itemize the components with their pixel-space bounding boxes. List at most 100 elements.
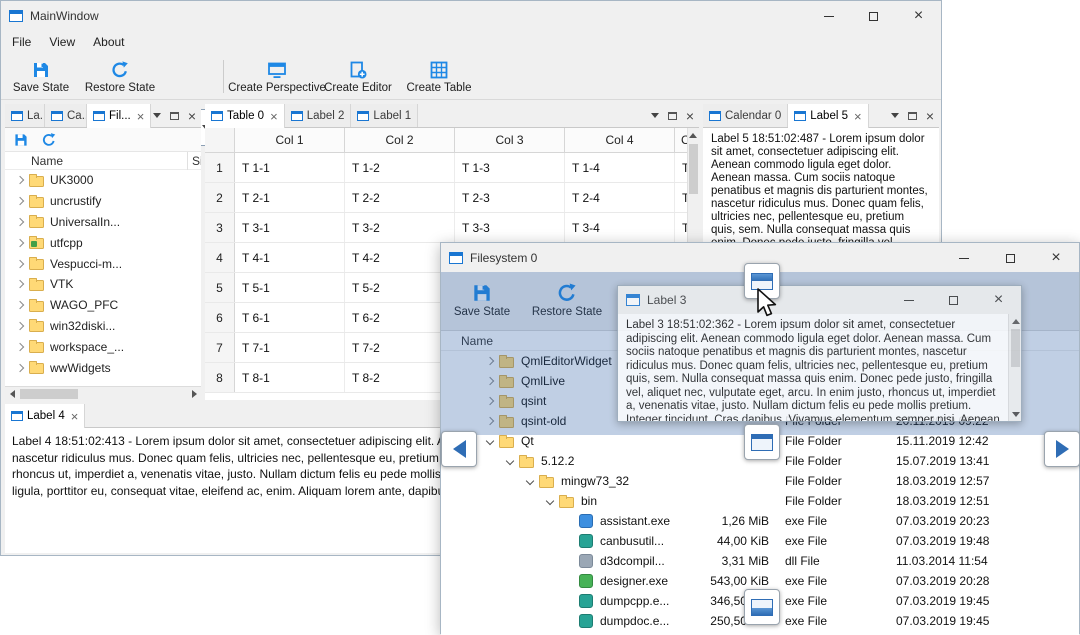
drop-indicator-bottom[interactable] (744, 589, 780, 625)
scroll-down-button[interactable] (1009, 407, 1022, 421)
scrollbar-thumb[interactable] (20, 389, 78, 399)
main-titlebar[interactable]: MainWindow × (1, 1, 941, 31)
close-dock-icon[interactable]: × (686, 109, 694, 123)
create-table-button[interactable]: Create Table (403, 56, 475, 98)
maximize-button[interactable] (851, 1, 896, 31)
chevron-right-icon[interactable] (15, 280, 25, 289)
chevron-right-icon[interactable] (485, 396, 495, 406)
tab-label5[interactable]: Label 5 × (788, 104, 869, 128)
tree-item[interactable]: Vespucci-m... (5, 253, 201, 274)
tab-label4[interactable]: Label 4 × (5, 404, 86, 428)
menu-item-about[interactable]: About (84, 31, 133, 53)
create-editor-button[interactable]: Create Editor (319, 56, 397, 98)
left-save-button[interactable] (11, 130, 31, 150)
chevron-right-icon[interactable] (485, 416, 495, 426)
tab-filesystem[interactable]: Fil... × (87, 104, 151, 128)
tab-list-chevron-icon[interactable] (890, 113, 899, 118)
column-header[interactable]: Col 3 (455, 128, 565, 152)
label3-titlebar[interactable]: Label 3 × (618, 286, 1021, 314)
chevron-right-icon[interactable] (15, 196, 25, 206)
table-cell[interactable]: T 1-1 (235, 153, 345, 182)
chevron-down-icon[interactable] (505, 456, 515, 466)
fs-tree-item[interactable]: bin File Folder 18.03.2019 12:51 (441, 491, 1079, 511)
menu-item-view[interactable]: View (40, 31, 84, 53)
scroll-up-button[interactable] (1009, 314, 1022, 328)
fs-tree-item[interactable]: d3dcompil... 3,31 MiB dll File 11.03.2014 1… (441, 551, 1079, 571)
chevron-right-icon[interactable] (15, 238, 25, 248)
table-cell[interactable]: T 4-1 (235, 243, 345, 272)
row-header[interactable]: 3 (205, 213, 235, 242)
chevron-down-icon[interactable] (525, 476, 535, 486)
tab-list-chevron-icon[interactable] (650, 113, 659, 118)
close-button[interactable]: × (1033, 243, 1079, 273)
chevron-right-icon[interactable] (485, 356, 495, 366)
chevron-right-icon[interactable] (15, 363, 25, 372)
chevron-right-icon[interactable] (15, 176, 25, 185)
scroll-up-button[interactable] (687, 128, 699, 142)
drop-indicator-left[interactable] (441, 431, 477, 467)
row-header[interactable]: 6 (205, 303, 235, 332)
table-cell[interactable]: T 6-1 (235, 303, 345, 332)
scrollbar-thumb[interactable] (689, 144, 698, 194)
table-cell[interactable]: T 2-3 (455, 183, 565, 212)
table-cell[interactable]: T 8-1 (235, 363, 345, 392)
create-perspective-button[interactable]: Create Perspective (228, 56, 326, 98)
tab-close-icon[interactable]: × (137, 109, 145, 124)
table-cell[interactable]: T 7-1 (235, 333, 345, 362)
tab-label2[interactable]: Label 2 (284, 104, 352, 127)
row-header[interactable]: 8 (205, 363, 235, 392)
column-header[interactable]: Col 2 (345, 128, 455, 152)
tree-item[interactable]: utfcpp (5, 232, 201, 254)
drop-indicator-right[interactable] (1044, 431, 1080, 467)
chevron-down-icon[interactable] (485, 436, 495, 446)
table-cell[interactable]: T 2-4 (565, 183, 675, 212)
table-cell[interactable]: T 2-2 (345, 183, 455, 212)
tab-calendar[interactable]: Ca... (45, 104, 87, 127)
chevron-right-icon[interactable] (15, 321, 25, 331)
left-horizontal-scrollbar[interactable] (5, 386, 201, 400)
tab-label1[interactable]: Label 1 (351, 104, 419, 127)
tab-list-chevron-icon[interactable] (152, 113, 161, 118)
tree-item[interactable]: UK3000 (5, 170, 201, 191)
table-cell[interactable]: T 1-4 (565, 153, 675, 182)
scroll-right-button[interactable] (187, 387, 201, 400)
tree-item[interactable]: uncrustify (5, 190, 201, 212)
tab-close-icon[interactable]: × (270, 109, 278, 124)
minimize-button[interactable] (806, 1, 851, 31)
save-state-button[interactable]: Save State (7, 56, 75, 98)
row-header[interactable]: 1 (205, 153, 235, 182)
restore-state-button[interactable]: Restore State (523, 279, 611, 321)
tree-item[interactable]: win32diski... (5, 315, 201, 337)
table-cell[interactable]: T 5-1 (235, 273, 345, 302)
table-cell[interactable]: T 1-2 (345, 153, 455, 182)
fs-tree-item[interactable]: designer.exe 543,00 KiB exe File 07.03.2019… (441, 571, 1079, 591)
column-divider[interactable] (187, 152, 188, 170)
tree-item[interactable]: WAGO_PFC (5, 294, 201, 316)
minimize-button[interactable] (886, 286, 931, 314)
maximize-button[interactable] (987, 243, 1033, 273)
row-header[interactable]: 4 (205, 243, 235, 272)
tree-item[interactable]: wwWidgets (5, 357, 201, 378)
table-cell[interactable]: T 7-2 (345, 333, 455, 362)
column-header-name[interactable]: Name (461, 334, 493, 348)
label3-window[interactable]: Label 3 × Label 3 18:51:02:362 - Lorem i… (617, 285, 1022, 422)
table-cell[interactable]: T 8-2 (345, 363, 455, 392)
float-dock-icon[interactable] (169, 111, 179, 120)
fs-tree-item[interactable]: canbusutil... 44,00 KiB exe File 07.03.2019… (441, 531, 1079, 551)
column-header[interactable]: Col 4 (565, 128, 675, 152)
table-cell[interactable]: T 3-4 (565, 213, 675, 242)
label3-vertical-scrollbar[interactable] (1008, 314, 1021, 421)
chevron-down-icon[interactable] (545, 496, 555, 506)
scrollbar-thumb[interactable] (1011, 329, 1020, 367)
table-cell[interactable]: T 4-2 (345, 243, 455, 272)
close-dock-icon[interactable]: × (188, 109, 196, 123)
column-header-size[interactable]: Size (192, 154, 201, 168)
drop-indicator-center[interactable] (744, 424, 780, 460)
chevron-right-icon[interactable] (15, 300, 25, 310)
chevron-right-icon[interactable] (15, 217, 25, 227)
close-dock-icon[interactable]: × (926, 109, 934, 123)
table-cell[interactable]: T 3-2 (345, 213, 455, 242)
chevron-right-icon[interactable] (15, 342, 25, 352)
tab-table0[interactable]: Table 0 × (205, 104, 285, 128)
left-restore-button[interactable] (39, 130, 59, 150)
